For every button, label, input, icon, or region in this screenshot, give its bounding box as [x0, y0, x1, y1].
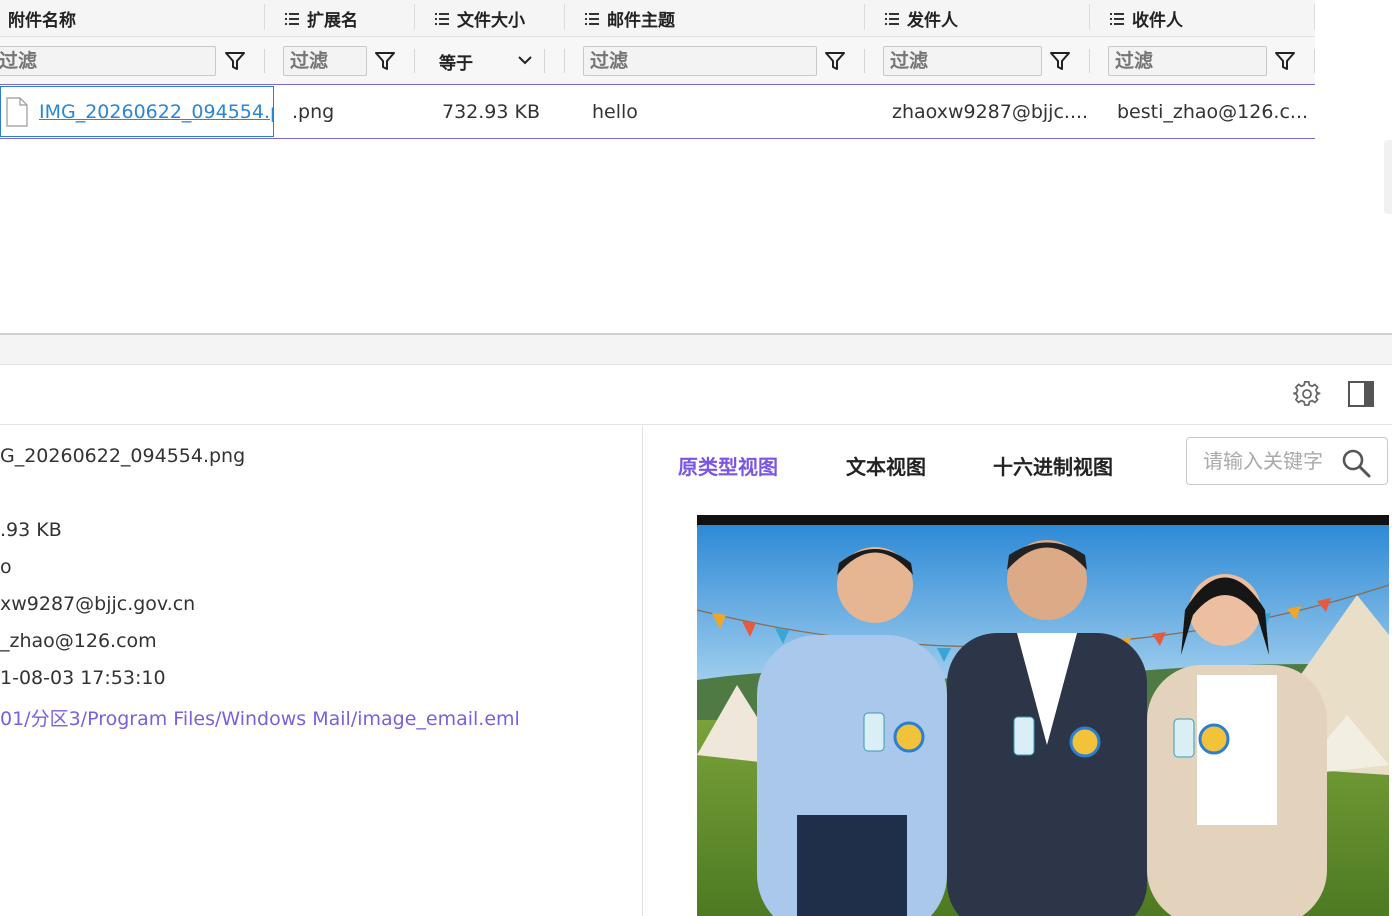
attachment-name-cell[interactable]: IMG_20260622_094554.png: [0, 86, 274, 137]
col-header-subject[interactable]: 邮件主题: [585, 0, 675, 37]
tab-hex-view[interactable]: 十六进制视图: [993, 451, 1113, 480]
tab-native-view[interactable]: 原类型视图: [678, 451, 778, 480]
filter-icon[interactable]: [374, 50, 396, 72]
list-icon: [885, 12, 899, 25]
photo-image: [697, 515, 1389, 916]
detail-size: .93 KB: [0, 519, 62, 541]
subject-cell: hello: [592, 101, 638, 123]
recipient-filter-input[interactable]: [1108, 46, 1267, 76]
detail-subject: o: [0, 556, 12, 578]
table-row[interactable]: IMG_20260622_094554.png .png 732.93 KB h…: [0, 86, 1315, 139]
col-header-recipient-label: 收件人: [1132, 11, 1183, 31]
filter-icon[interactable]: [1274, 50, 1296, 72]
filter-icon[interactable]: [1049, 50, 1071, 72]
col-header-sender-label: 发件人: [907, 11, 958, 31]
file-icon: [6, 96, 28, 127]
search-icon[interactable]: [1341, 448, 1371, 478]
attachment-detail-panel: G_20260622_094554.png .93 KB o xw9287@bj…: [0, 426, 643, 916]
col-header-sender[interactable]: 发件人: [885, 0, 958, 37]
attachment-image-preview: [697, 515, 1389, 916]
panel-toggle-button[interactable]: [1346, 379, 1376, 409]
list-icon: [435, 12, 449, 25]
detail-filename: G_20260622_094554.png: [0, 445, 246, 467]
list-icon: [285, 12, 299, 25]
grid-header: 附件名称 扩展名 文件大小 邮件主题 发件人 收件人: [0, 0, 1315, 37]
col-header-name[interactable]: 附件名称: [8, 0, 76, 37]
size-cell: 732.93 KB: [442, 101, 541, 123]
pane-splitter[interactable]: [0, 333, 1392, 365]
ext-filter-input[interactable]: [283, 46, 367, 76]
filter-icon[interactable]: [224, 50, 246, 72]
subject-filter-input[interactable]: [583, 46, 817, 76]
preview-search: [1186, 437, 1388, 485]
column-divider[interactable]: [414, 4, 415, 30]
column-divider[interactable]: [264, 4, 265, 30]
detail-sender: xw9287@bjjc.gov.cn: [0, 593, 196, 615]
settings-button[interactable]: [1292, 379, 1322, 409]
col-header-ext[interactable]: 扩展名: [285, 0, 358, 37]
col-header-name-label: 附件名称: [8, 11, 76, 31]
col-header-size[interactable]: 文件大小: [435, 0, 525, 37]
preview-panel: 原类型视图 文本视图 十六进制视图: [644, 426, 1392, 916]
column-divider[interactable]: [564, 4, 565, 30]
recipient-cell: besti_zhao@126.c...: [1117, 101, 1309, 123]
search-input[interactable]: [1203, 446, 1331, 476]
col-header-subject-label: 邮件主题: [607, 11, 675, 31]
filter-icon[interactable]: [824, 50, 846, 72]
scrollbar[interactable]: [1384, 140, 1392, 214]
list-icon: [585, 12, 599, 25]
gear-icon: [1293, 381, 1321, 406]
size-operator-value: 等于: [439, 53, 473, 74]
column-divider[interactable]: [1089, 4, 1090, 30]
list-icon: [1110, 12, 1124, 25]
col-header-recipient[interactable]: 收件人: [1110, 0, 1183, 37]
detail-time: 1-08-03 17:53:10: [0, 667, 166, 689]
column-divider[interactable]: [864, 4, 865, 30]
ext-cell: .png: [292, 101, 335, 123]
attachment-link[interactable]: IMG_20260622_094554.png: [39, 101, 273, 123]
size-operator-select[interactable]: 等于: [430, 46, 538, 76]
col-header-size-label: 文件大小: [457, 11, 525, 31]
detail-path-link[interactable]: 01/分区3/Program Files/Windows Mail/image_…: [0, 704, 520, 731]
name-filter-input[interactable]: [0, 46, 216, 76]
sender-filter-input[interactable]: [883, 46, 1042, 76]
attachment-grid: 附件名称 扩展名 文件大小 邮件主题 发件人 收件人 过滤 过滤 等于 过滤 过…: [0, 0, 1392, 334]
sender-cell: zhaoxw9287@bjjc....: [892, 101, 1086, 123]
chevron-down-icon: [518, 56, 532, 65]
filter-row: 等于: [0, 37, 1315, 85]
detail-recipient: _zhao@126.com: [0, 630, 157, 652]
column-divider: [1314, 4, 1315, 30]
detail-toolbar: [0, 365, 1392, 425]
tab-text-view[interactable]: 文本视图: [846, 451, 926, 480]
col-header-ext-label: 扩展名: [307, 11, 358, 31]
panel-toggle-icon: [1348, 381, 1374, 407]
